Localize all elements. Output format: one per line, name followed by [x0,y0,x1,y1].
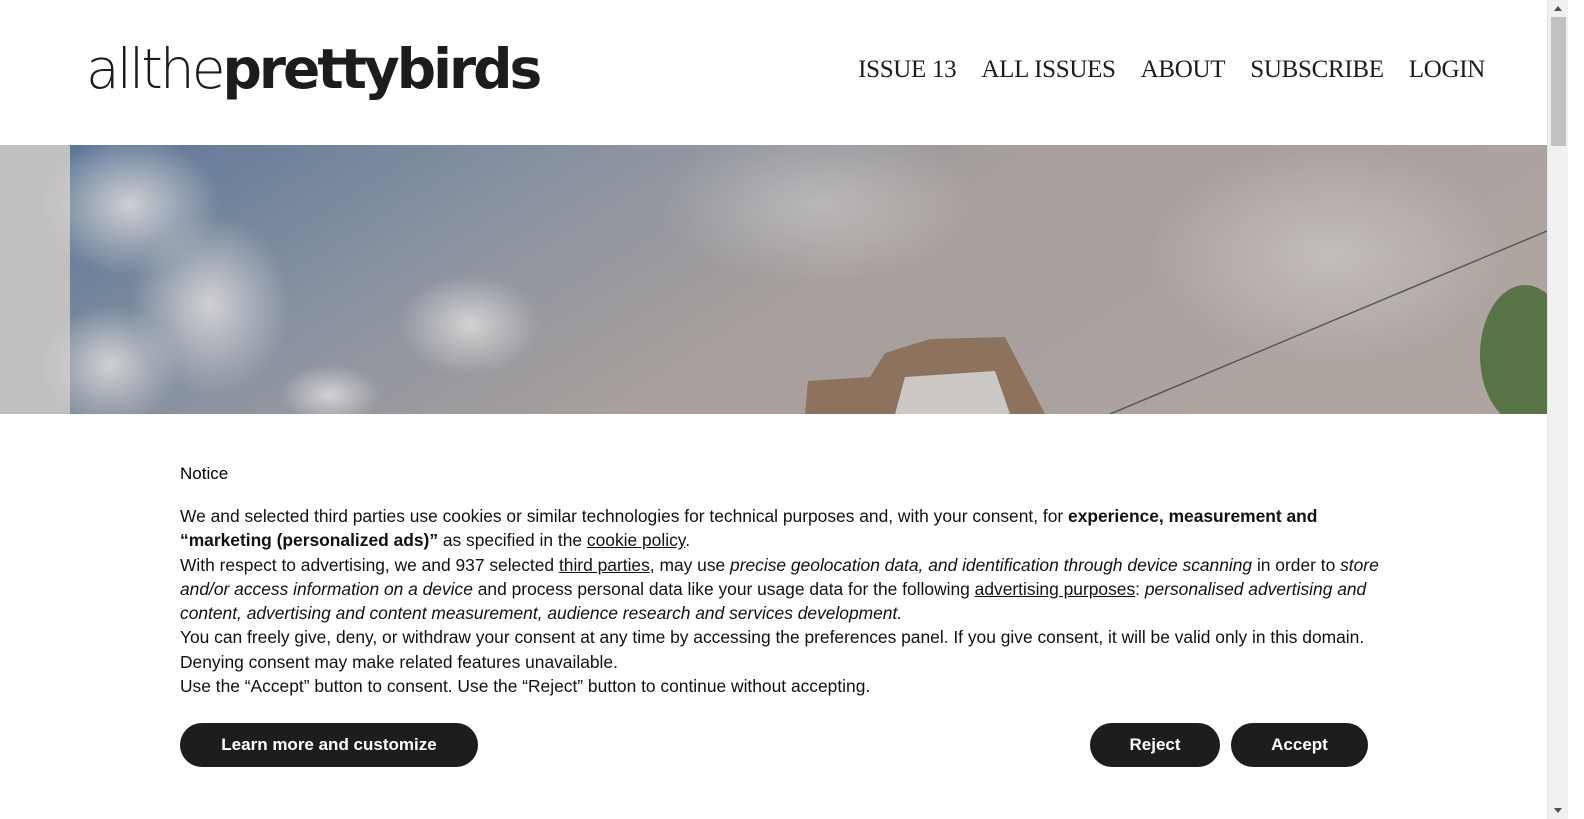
page-margin [1568,0,1584,819]
learn-more-button[interactable]: Learn more and customize [180,723,478,767]
site-header: alltheprettybirds ISSUE 13 ALL ISSUES AB… [0,0,1547,145]
reject-button[interactable]: Reject [1090,723,1220,767]
cookie-notice: Notice We and selected third parties use… [0,414,1547,819]
scroll-down-arrow-icon[interactable] [1548,802,1569,819]
notice-body: We and selected third parties use cookie… [180,506,1379,697]
nav-all-issues[interactable]: ALL ISSUES [981,56,1116,84]
scroll-thumb[interactable] [1551,17,1566,146]
accept-button[interactable]: Accept [1231,723,1368,767]
notice-title: Notice [180,464,229,483]
advertising-purposes-link[interactable]: advertising purposes [975,579,1135,599]
vertical-scrollbar[interactable] [1547,0,1568,819]
nav-issue-13[interactable]: ISSUE 13 [858,56,957,84]
site-logo[interactable]: alltheprettybirds [86,36,542,102]
scroll-up-arrow-icon[interactable] [1548,0,1569,17]
cookie-policy-link[interactable]: cookie policy [587,530,685,550]
nav-subscribe[interactable]: SUBSCRIBE [1250,56,1384,84]
hero-image [0,145,1547,414]
third-parties-link[interactable]: third parties [559,555,650,575]
main-nav: ISSUE 13 ALL ISSUES ABOUT SUBSCRIBE LOGI… [858,56,1485,84]
nav-about[interactable]: ABOUT [1141,56,1226,84]
nav-login[interactable]: LOGIN [1409,56,1486,84]
